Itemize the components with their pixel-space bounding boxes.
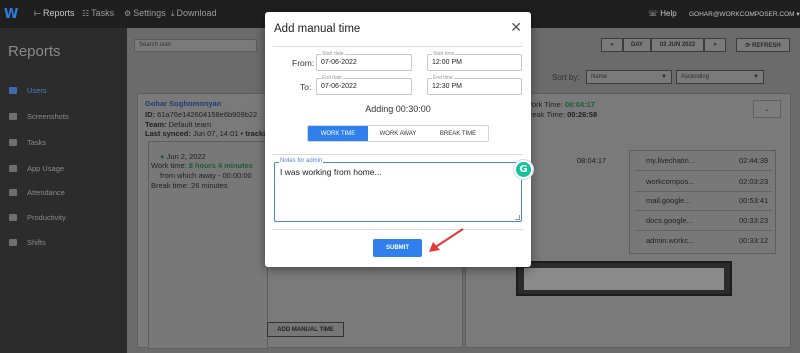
notes-textarea[interactable]: Notes for admin I was working from home.… [274,158,522,222]
sidebar-item-attendance[interactable]: Attendance [9,188,65,197]
summary-break-time: Break Time: 00:26:58 [525,110,598,119]
sidebar-item-productivity[interactable]: Productivity [9,213,66,222]
divider [273,46,523,47]
help-link[interactable]: ☏ Help [648,9,677,18]
chevron-down-icon: ▾ [794,11,800,18]
app-name: my.livechatin... [646,156,696,165]
app-name: admin.workc... [646,236,695,245]
attendance-icon [9,189,17,196]
annotation-arrow-icon [429,228,464,252]
shifts-icon [9,239,17,246]
day-work-time: Work time: 8 hours 4 minutes [151,161,253,170]
divider [635,191,772,192]
sidebar-item-tasks[interactable]: Tasks [9,138,46,147]
sidebar-item-shifts[interactable]: Shifts [9,238,46,247]
sidebar-item-screenshots[interactable]: Screenshots [9,112,69,121]
day-break-time: Break time: 26 minutes [151,181,228,190]
adding-duration: Adding 00:30:00 [365,104,431,114]
download-icon: ⤓ [171,9,175,18]
next-date-button[interactable]: » [704,38,726,52]
app-usage-icon [9,165,17,172]
tasks-icon [9,139,17,146]
divider [635,210,772,211]
sort-field-select[interactable]: Name ▼ [586,70,672,84]
close-icon[interactable]: ✕ [510,20,522,36]
from-label: From: [292,58,315,68]
dialog-title: Add manual time [274,23,361,35]
sidebar-title: Reports [8,43,61,60]
user-id: ID: 61a76e142604158e6b909b22 [145,110,258,119]
nav-tasks[interactable]: ☷ Tasks [82,8,114,18]
logo[interactable]: W [4,7,18,22]
users-icon [9,87,17,94]
refresh-button[interactable]: ⟳ REFRESH [736,38,790,52]
start-time-field[interactable]: Start time 12:00 PM [427,51,522,71]
tab-work-time[interactable]: WORK TIME [308,126,368,141]
nav-reports[interactable]: ⊢ Reports [34,8,74,18]
end-date-field[interactable]: End date 07-06-2022 [316,75,412,95]
time-type-tabs: WORK TIME WORK AWAY BREAK TIME [307,125,489,142]
sidebar-item-app-usage[interactable]: App Usage [9,164,64,173]
add-manual-time-dialog: Add manual time ✕ From: Start date 07-06… [265,12,533,267]
app-name: mail.google... [646,196,691,205]
date-unit-select[interactable]: DAY [623,38,651,52]
user-team: Team: Default team [145,120,212,129]
gear-icon: ⚙ [124,9,132,18]
app-time: 02:03:23 [739,177,769,186]
prev-date-button[interactable]: « [601,38,623,52]
end-time-field[interactable]: End time 12:30 PM [427,75,522,95]
add-manual-time-button[interactable]: ADD MANUAL TIME [267,322,344,337]
to-label: To: [300,82,312,92]
search-input[interactable]: Search user [134,39,257,52]
tasks-icon: ☷ [82,9,90,18]
tab-work-away[interactable]: WORK AWAY [368,126,428,141]
divider [273,154,523,155]
sidebar-item-users[interactable]: Users [9,86,47,95]
divider [273,229,523,230]
submit-button[interactable]: SUBMIT [373,239,422,257]
date-picker[interactable]: 02 JUN 2022 [651,38,704,52]
app-time: 00:33:23 [739,216,769,225]
app-time: 00:33:12 [739,236,769,245]
expand-button[interactable]: ⌄ [753,100,781,118]
grammarly-icon[interactable]: G [514,160,533,179]
screenshots-icon [9,113,17,120]
screenshot-thumbnail[interactable] [516,261,732,296]
nav-settings[interactable]: ⚙ Settings [124,8,166,18]
nav-download[interactable]: ⤓ Download [171,8,217,19]
screenshot-image [524,268,724,290]
account-menu[interactable]: GOHAR@WORKCOMPOSER.COM ▾ [689,10,800,18]
chevron-down-icon: ⌄ [764,106,770,113]
app-time: 00:53:41 [739,196,769,205]
divider [635,170,772,171]
tab-break-time[interactable]: BREAK TIME [428,126,488,141]
help-icon: ☏ [648,9,661,18]
sort-order-select[interactable]: Ascending ▼ [676,70,764,84]
chevron-down-icon: ▼ [661,74,667,80]
start-date-field[interactable]: Start date 07-06-2022 [316,51,412,71]
chevron-down-icon: ▼ [753,74,759,80]
productivity-icon [9,214,17,221]
chart-icon: ⊢ [34,9,41,18]
summary-work-time: Work Time: 08:04:17 [525,100,595,109]
day-away-time: from which away - 00:00:00 [160,171,252,180]
day-date: ● Jun 2, 2022 [160,152,206,161]
resize-handle-icon[interactable] [515,215,520,220]
total-time: 08:04:17 [577,156,607,165]
status-dot-icon: ● [160,152,167,161]
divider [635,230,772,231]
sort-label: Sort by: [552,73,580,82]
sidebar: Reports Users Screenshots Tasks App Usag… [0,28,127,353]
app-time: 02:44:39 [739,156,769,165]
user-name[interactable]: Gohar Soghomonyan [145,99,221,108]
app-name: workcompos... [646,177,695,186]
user-last-synced: Last synced: Jun 07, 14:01 • tracking [145,129,275,138]
app-name: docs.google... [646,216,693,225]
